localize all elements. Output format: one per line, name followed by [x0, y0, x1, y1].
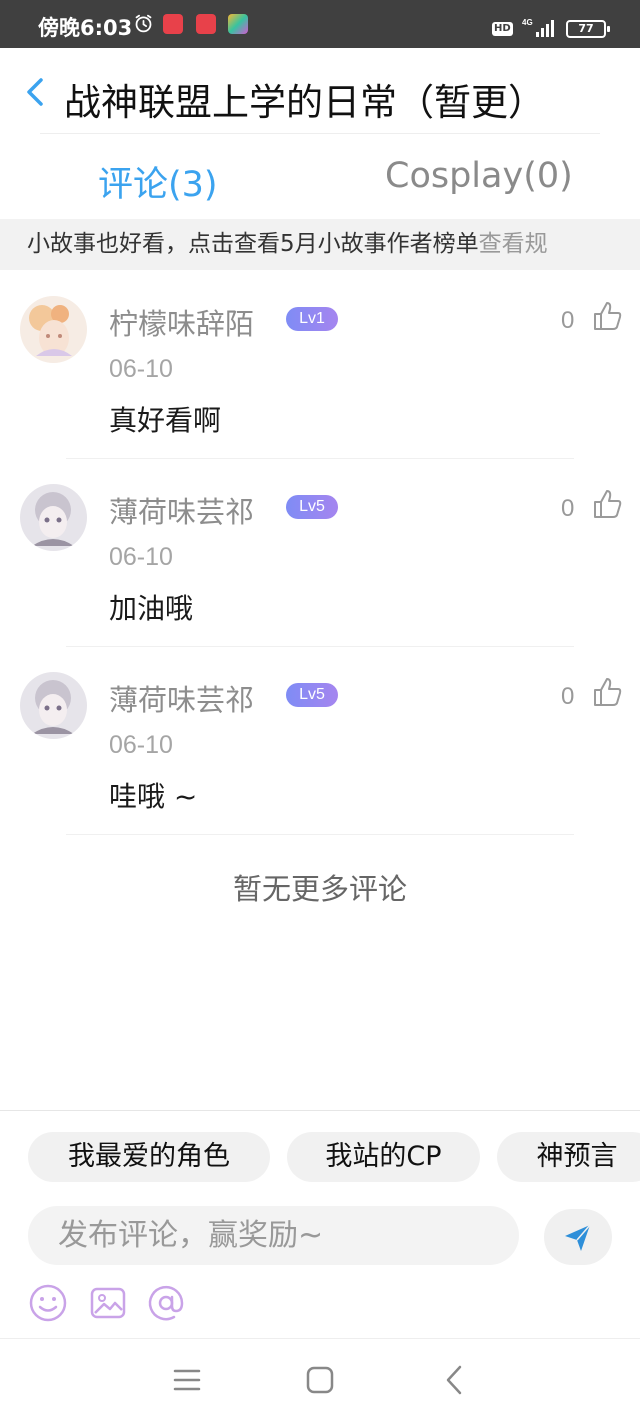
- chevron-left-icon[interactable]: [18, 74, 54, 110]
- image-icon[interactable]: [88, 1283, 128, 1323]
- emoji-icon[interactable]: [28, 1283, 68, 1323]
- level-badge: Lv1: [286, 307, 338, 331]
- alarm-icon: [135, 14, 152, 33]
- header: 战神联盟上学的日常（暂更）: [0, 48, 640, 134]
- comment-date: 06-10: [109, 731, 173, 759]
- notice-link[interactable]: 查看规: [479, 231, 548, 257]
- comment-divider: [66, 834, 574, 835]
- comment-text: 加油哦: [109, 592, 194, 625]
- level-badge: Lv5: [286, 495, 338, 519]
- mention-icon[interactable]: [146, 1283, 186, 1323]
- quick-tag[interactable]: 我最爱的角色: [28, 1132, 270, 1182]
- game-icon: [228, 14, 248, 34]
- thumbs-up-icon[interactable]: [590, 675, 624, 709]
- comment-date: 06-10: [109, 543, 173, 571]
- page-title: 战神联盟上学的日常（暂更）: [64, 81, 545, 124]
- status-bar: 傍晚6:03 HD 4G 77: [0, 0, 640, 48]
- comment-item: 薄荷味芸祁 Lv5 06-10 哇哦 ~ 0: [0, 647, 640, 835]
- no-more-comments: 暂无更多评论: [232, 872, 407, 906]
- comment-composer: 我最爱的角色 我站的CP 神预言 发布评论，赢奖励~: [0, 1110, 640, 1338]
- battery-indicator: 77: [566, 20, 610, 38]
- signal-icon: 4G: [522, 18, 554, 37]
- thumbs-up-icon[interactable]: [590, 487, 624, 521]
- comment-text: 真好看啊: [109, 404, 222, 437]
- avatar[interactable]: [20, 672, 87, 739]
- like-count: 0: [561, 307, 575, 334]
- send-icon: [565, 1224, 591, 1251]
- username[interactable]: 柠檬味辞陌: [109, 301, 254, 343]
- quick-tag[interactable]: 我站的CP: [287, 1132, 480, 1182]
- username[interactable]: 薄荷味芸祁: [109, 489, 254, 531]
- hd-badge: HD: [492, 22, 513, 36]
- like-count: 0: [561, 495, 575, 522]
- comment-input[interactable]: 发布评论，赢奖励~: [28, 1206, 519, 1265]
- username[interactable]: 薄荷味芸祁: [109, 677, 254, 719]
- tab-cosplay[interactable]: Cosplay(0): [385, 156, 573, 196]
- header-divider: [40, 133, 600, 134]
- menu-icon[interactable]: [170, 1363, 204, 1397]
- avatar[interactable]: [20, 296, 87, 363]
- comment-item: 柠檬味辞陌 Lv1 06-10 真好看啊 0: [0, 271, 640, 459]
- app-icon-1: [163, 14, 183, 34]
- thumbs-up-icon[interactable]: [590, 299, 624, 333]
- status-time: 傍晚6:03: [38, 16, 133, 40]
- home-square-icon[interactable]: [303, 1363, 337, 1397]
- like-count: 0: [561, 683, 575, 710]
- back-icon[interactable]: [438, 1363, 472, 1397]
- notice-text: 小故事也好看，点击查看5月小故事作者榜单: [27, 231, 479, 257]
- quick-tag[interactable]: 神预言: [497, 1132, 640, 1182]
- avatar[interactable]: [20, 484, 87, 551]
- app-icon-2: [196, 14, 216, 34]
- send-button[interactable]: [544, 1209, 612, 1265]
- comment-item: 薄荷味芸祁 Lv5 06-10 加油哦 0: [0, 459, 640, 647]
- comment-date: 06-10: [109, 355, 173, 383]
- notice-banner[interactable]: 小故事也好看，点击查看5月小故事作者榜单查看规: [0, 219, 640, 270]
- network-type: 4G: [522, 18, 533, 27]
- level-badge: Lv5: [286, 683, 338, 707]
- comment-text: 哇哦 ~: [109, 780, 198, 813]
- system-nav-bar: [0, 1338, 640, 1422]
- tab-comments[interactable]: 评论(3): [98, 156, 218, 207]
